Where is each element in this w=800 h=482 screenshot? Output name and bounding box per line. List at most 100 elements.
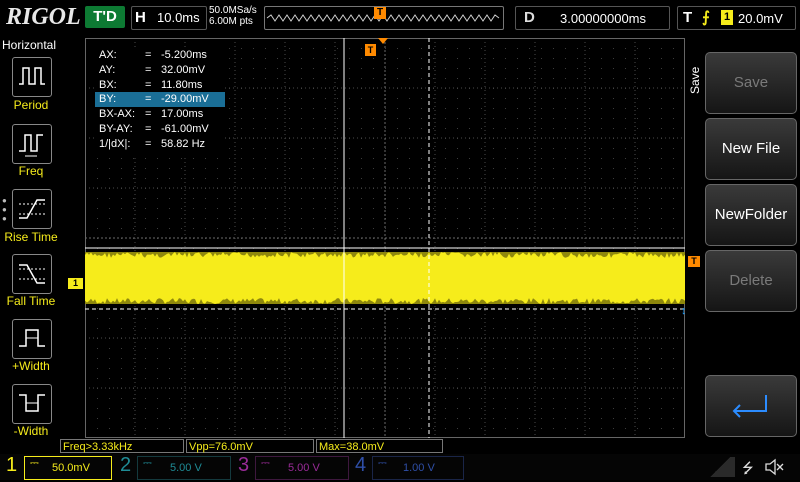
trigger-position-marker: T: [365, 44, 376, 56]
channel4-scale: 1.00 V: [403, 462, 435, 474]
horizontal-key: H: [135, 9, 146, 26]
channel3-scale-box[interactable]: ⎓ 5.00 V: [255, 456, 349, 480]
cursor-arrow-icon: ↕: [681, 305, 685, 317]
memory-trigger-marker: T: [374, 7, 386, 19]
readout-key: BY:: [99, 93, 117, 106]
new-folder-button[interactable]: NewFolder: [705, 184, 797, 246]
menu-title: Horizontal: [2, 38, 57, 52]
readout-row: BY-AY: = -61.00mV: [95, 122, 225, 137]
rise-time-button[interactable]: [12, 189, 52, 229]
delete-button[interactable]: Delete: [705, 250, 797, 312]
timebase-value: 10.0ms: [157, 10, 200, 25]
pos-width-button[interactable]: [12, 319, 52, 359]
readout-key: AX:: [99, 49, 117, 61]
rising-edge-icon: ⨍: [702, 9, 710, 26]
readout-value: 11.80ms: [161, 78, 203, 91]
neg-width-button[interactable]: [12, 384, 52, 424]
readout-row: BY: = -29.00mV: [95, 92, 225, 108]
readout-value: -5.200ms: [161, 49, 207, 61]
dc-coupling-icon: ⎓: [143, 457, 152, 469]
corner-decoration: [705, 457, 735, 477]
readout-equals: =: [145, 108, 152, 121]
freq-label: Freq: [18, 164, 44, 178]
new-file-button[interactable]: New File: [705, 118, 797, 180]
usb-icon: ⭍: [742, 460, 754, 476]
channel1-trace: [85, 252, 685, 304]
readout-equals: =: [145, 78, 152, 91]
trigger-box[interactable]: T ⨍ 1 20.0mV: [677, 6, 796, 30]
save-button[interactable]: Save: [705, 52, 797, 114]
trigger-level: 20.0mV: [738, 11, 783, 26]
readout-equals: =: [145, 93, 152, 106]
channel3-number[interactable]: 3: [238, 454, 249, 477]
measurement-vpp[interactable]: Vpp=76.0mV: [186, 439, 314, 453]
memory-depth: 6.00M pts: [209, 16, 253, 27]
channel2-number[interactable]: 2: [120, 454, 131, 477]
readout-equals: =: [145, 137, 152, 150]
fall-time-icon: [19, 264, 45, 284]
pos-width-icon: [19, 329, 45, 347]
brand-logo: RIGOL: [6, 4, 81, 30]
readout-row: AY: = 32.00mV: [95, 63, 225, 78]
channel2-scale-box[interactable]: ⎓ 5.00 V: [137, 456, 231, 480]
delay-box[interactable]: D 3.00000000ms: [515, 6, 670, 30]
readout-row: AX: = -5.200ms: [95, 48, 225, 63]
delay-key: D: [524, 9, 535, 26]
timebase-box[interactable]: H 10.0ms: [131, 6, 207, 30]
channel3-scale: 5.00 V: [288, 462, 320, 474]
channel4-scale-box[interactable]: ⎓ 1.00 V: [372, 456, 464, 480]
readout-key: BX-AX:: [99, 108, 136, 121]
speaker-muted-icon[interactable]: [764, 458, 784, 476]
readout-equals: =: [145, 63, 152, 76]
pos-width-label: +Width: [12, 359, 50, 373]
dc-coupling-icon: ⎓: [378, 457, 387, 469]
fall-time-label: Fall Time: [6, 294, 56, 308]
readout-row: 1/|dX|: = 58.82 Hz: [95, 137, 225, 152]
memory-overview-strip[interactable]: T: [264, 6, 504, 30]
freq-icon: [19, 134, 43, 157]
readout-key: BX:: [99, 78, 117, 91]
channel2-scale: 5.00 V: [170, 462, 202, 474]
acquisition-info: 50.0MSa/s 6.00M pts: [209, 5, 257, 27]
readout-key: BY-AY:: [99, 122, 133, 135]
readout-value: 32.00mV: [161, 63, 206, 76]
neg-width-icon: [19, 394, 45, 412]
enter-button[interactable]: [705, 375, 797, 437]
trigger-level-marker[interactable]: T: [688, 256, 700, 267]
delay-value: 3.00000000ms: [560, 11, 647, 26]
readout-row: BX: = 11.80ms: [95, 78, 225, 93]
dc-coupling-icon: ⎓: [30, 457, 39, 469]
measurement-max[interactable]: Max=38.0mV: [316, 439, 443, 453]
sample-rate: 50.0MSa/s: [209, 5, 257, 16]
period-icon: [19, 67, 45, 85]
readout-value: -29.00mV: [161, 93, 209, 106]
menu-title-save: Save: [688, 66, 702, 94]
period-button[interactable]: [12, 57, 52, 97]
channel1-scale-box[interactable]: ⎓ 50.0mV: [24, 456, 112, 480]
readout-key: 1/|dX|:: [99, 137, 131, 150]
cursor-readout-panel: AX: = -5.200ms AY: = 32.00mV BX: = 11.80ms BY: = -2…: [95, 48, 225, 155]
measurement-freq[interactable]: Freq>3.33kHz: [60, 439, 184, 453]
period-label: Period: [13, 98, 49, 112]
channel1-offset-marker[interactable]: 1: [68, 278, 83, 289]
rise-time-icon: [19, 199, 45, 219]
readout-key: AY:: [99, 63, 116, 76]
readout-equals: =: [145, 49, 152, 61]
enter-icon: [732, 395, 767, 418]
freq-button[interactable]: [12, 124, 52, 164]
readout-value: 58.82 Hz: [161, 137, 206, 150]
channel1-scale: 50.0mV: [52, 462, 90, 474]
fall-time-button[interactable]: [12, 254, 52, 294]
neg-width-label: -Width: [13, 424, 49, 438]
readout-value: -61.00mV: [161, 122, 209, 135]
dc-coupling-icon: ⎓: [261, 457, 270, 469]
readout-equals: =: [145, 122, 152, 135]
page-dots-icon: ● ● ●: [2, 196, 7, 223]
channel4-number[interactable]: 4: [355, 454, 366, 477]
rise-time-label: Rise Time: [4, 230, 58, 244]
trigger-source: 1: [721, 10, 733, 25]
readout-row: BX-AX: = 17.00ms: [95, 107, 225, 122]
readout-value: 17.00ms: [161, 108, 204, 121]
channel1-number[interactable]: 1: [6, 454, 17, 477]
trigger-key: T: [683, 9, 693, 26]
